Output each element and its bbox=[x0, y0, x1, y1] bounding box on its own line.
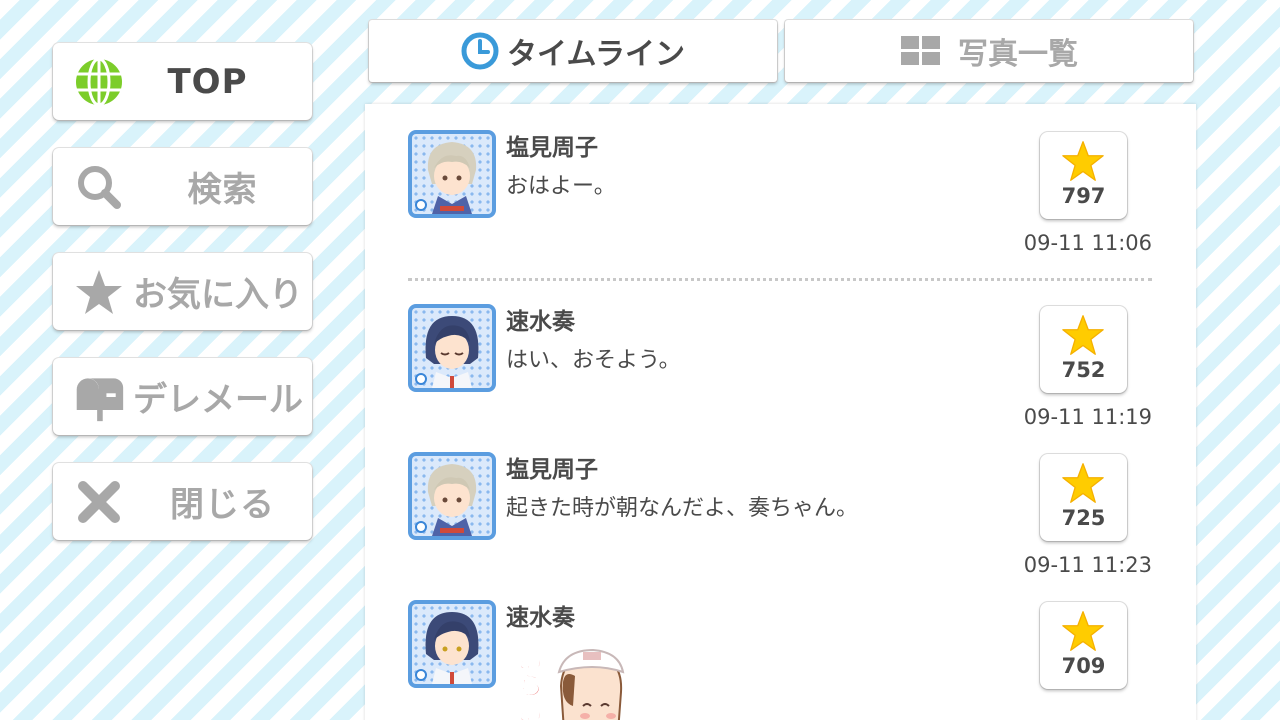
sidebar-item-search[interactable]: 検索 bbox=[53, 148, 312, 225]
like-button[interactable]: 797 bbox=[1040, 132, 1127, 219]
post-message: 起きた時が朝なんだよ、奏ちゃん。 bbox=[506, 496, 859, 521]
sidebar-item-favorites[interactable]: お気に入り bbox=[53, 253, 312, 330]
search-icon bbox=[73, 161, 125, 213]
tab-photos[interactable]: 写真一覧 bbox=[785, 20, 1193, 82]
avatar[interactable] bbox=[408, 452, 496, 540]
star-icon bbox=[1062, 141, 1104, 181]
globe-icon bbox=[73, 56, 125, 108]
star-icon bbox=[1062, 611, 1104, 651]
sidebar-item-label: 閉じる bbox=[170, 485, 275, 525]
like-button[interactable]: 752 bbox=[1040, 306, 1127, 393]
tab-label: タイムライン bbox=[507, 37, 685, 72]
sidebar-item-label: デレメール bbox=[133, 380, 303, 420]
clock-icon bbox=[461, 32, 499, 70]
sidebar-item-top[interactable]: TOP bbox=[53, 43, 312, 120]
avatar[interactable] bbox=[408, 600, 496, 688]
post-timestamp: 09-11 11:23 bbox=[1023, 553, 1152, 577]
post-timestamp: 09-11 11:19 bbox=[1023, 405, 1152, 429]
sidebar-item-label: お気に入り bbox=[133, 275, 303, 315]
star-icon bbox=[1062, 463, 1104, 503]
like-button[interactable]: 709 bbox=[1040, 602, 1127, 689]
divider bbox=[408, 278, 1152, 281]
stamp-text: あらあ bbox=[513, 646, 544, 720]
post-author: 塩見周子 bbox=[506, 457, 598, 483]
post-message: おはよー。 bbox=[506, 174, 616, 199]
post-author: 速水奏 bbox=[506, 309, 575, 335]
star-icon bbox=[73, 266, 125, 318]
post-timestamp: 09-11 11:06 bbox=[1023, 231, 1152, 255]
tab-timeline[interactable]: タイムライン bbox=[369, 20, 777, 82]
like-button[interactable]: 725 bbox=[1040, 454, 1127, 541]
sidebar-item-close[interactable]: 閉じる bbox=[53, 463, 312, 540]
sidebar-item-label: 検索 bbox=[187, 170, 258, 210]
grid-icon bbox=[900, 35, 942, 67]
avatar[interactable] bbox=[408, 130, 496, 218]
sidebar-item-label: TOP bbox=[167, 61, 248, 102]
like-count: 752 bbox=[1061, 358, 1106, 382]
like-count: 709 bbox=[1061, 654, 1106, 678]
sidebar-item-mail[interactable]: デレメール bbox=[53, 358, 312, 435]
post-author: 塩見周子 bbox=[506, 135, 598, 161]
diamond-icon bbox=[415, 669, 427, 681]
diamond-icon bbox=[415, 521, 427, 533]
like-count: 797 bbox=[1061, 184, 1106, 208]
close-icon bbox=[73, 476, 125, 528]
post-message: はい、おそよう。 bbox=[506, 348, 681, 373]
diamond-icon bbox=[415, 373, 427, 385]
tab-label: 写真一覧 bbox=[958, 37, 1078, 72]
post-author: 速水奏 bbox=[506, 605, 575, 631]
stamp-image: あらあ bbox=[513, 646, 633, 720]
diamond-icon bbox=[415, 199, 427, 211]
timeline-panel[interactable]: 塩見周子 おはよー。 797 09-11 11:06 速水奏 はい、おそよう。 bbox=[365, 104, 1196, 720]
mailbox-icon bbox=[73, 371, 125, 423]
avatar[interactable] bbox=[408, 304, 496, 392]
like-count: 725 bbox=[1061, 506, 1106, 530]
star-icon bbox=[1062, 315, 1104, 355]
